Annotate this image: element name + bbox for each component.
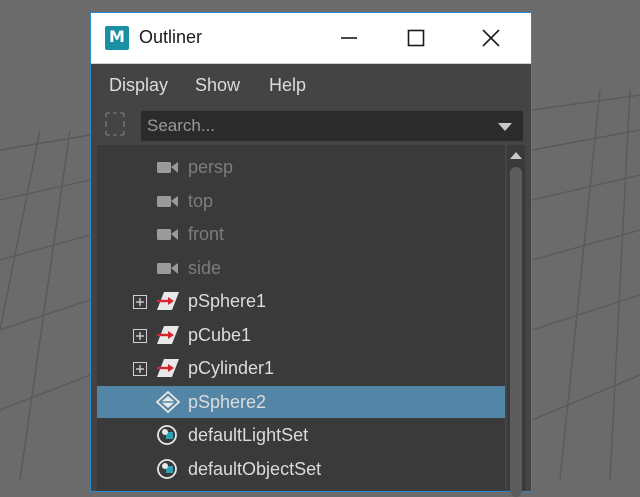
window-title: Outliner bbox=[139, 27, 203, 47]
outliner-row[interactable]: pCylinder1 bbox=[97, 352, 505, 384]
outliner-row-label: defaultLightSet bbox=[188, 425, 309, 445]
maximize-button[interactable] bbox=[396, 19, 436, 57]
vertical-scrollbar[interactable] bbox=[507, 145, 525, 497]
outliner-row[interactable]: top bbox=[97, 185, 505, 217]
camera-icon bbox=[155, 257, 181, 279]
search-input[interactable] bbox=[147, 114, 487, 138]
camera-icon bbox=[155, 190, 181, 212]
outliner-row[interactable]: defaultLightSet bbox=[97, 419, 505, 451]
title-bar[interactable]: M Outliner bbox=[91, 13, 531, 64]
outliner-row-label: pCylinder1 bbox=[188, 358, 275, 378]
outliner-row-label: top bbox=[188, 190, 214, 211]
filter-icon[interactable] bbox=[103, 110, 127, 138]
outliner-row-label: persp bbox=[188, 157, 234, 177]
outliner-row-label: pSphere2 bbox=[188, 391, 267, 412]
outliner-row[interactable]: pCube1 bbox=[97, 319, 505, 351]
outliner-row[interactable]: persp bbox=[97, 151, 505, 183]
camera-icon bbox=[155, 223, 181, 245]
outliner-list: persp top front side pSphere1 pCube1 pCylinder… bbox=[97, 145, 505, 491]
expand-plus-icon[interactable] bbox=[133, 294, 147, 309]
outliner-row-label: side bbox=[188, 257, 222, 278]
outliner-window: M Outliner Display Show Help Search... p… bbox=[90, 12, 532, 497]
close-icon bbox=[482, 29, 500, 47]
outliner-row[interactable]: pSphere2 bbox=[97, 385, 505, 418]
close-button[interactable] bbox=[471, 19, 511, 57]
set-icon bbox=[155, 458, 181, 480]
minimize-button[interactable] bbox=[329, 19, 369, 57]
outliner-row-label: front bbox=[188, 224, 225, 244]
maya-app-icon: M bbox=[105, 26, 129, 50]
transform-icon bbox=[155, 290, 181, 312]
outliner-row-label: pCube1 bbox=[188, 324, 252, 345]
chevron-down-icon[interactable] bbox=[497, 122, 513, 132]
transform-icon bbox=[155, 324, 181, 346]
expand-plus-icon[interactable] bbox=[133, 328, 147, 343]
search-box bbox=[141, 111, 523, 141]
group-icon bbox=[155, 390, 181, 413]
menu-bar: Display Show Help bbox=[91, 65, 531, 105]
scrollbar-thumb[interactable] bbox=[510, 167, 522, 497]
outliner-row[interactable]: side bbox=[97, 252, 505, 284]
camera-icon bbox=[155, 156, 181, 178]
outliner-row-label: pSphere1 bbox=[188, 291, 267, 311]
menu-show[interactable]: Show bbox=[195, 74, 240, 96]
outliner-row[interactable]: front bbox=[97, 218, 505, 250]
outliner-row-label: defaultObjectSet bbox=[188, 458, 322, 479]
maximize-icon bbox=[407, 29, 425, 47]
set-icon bbox=[155, 424, 181, 446]
minimize-icon bbox=[341, 37, 357, 39]
expand-plus-icon[interactable] bbox=[133, 361, 147, 376]
scroll-up-arrow-icon[interactable] bbox=[509, 150, 523, 160]
menu-display[interactable]: Display bbox=[109, 74, 168, 96]
transform-icon bbox=[155, 357, 181, 379]
outliner-row[interactable]: pSphere1 bbox=[97, 285, 505, 317]
menu-help[interactable]: Help bbox=[269, 74, 306, 96]
